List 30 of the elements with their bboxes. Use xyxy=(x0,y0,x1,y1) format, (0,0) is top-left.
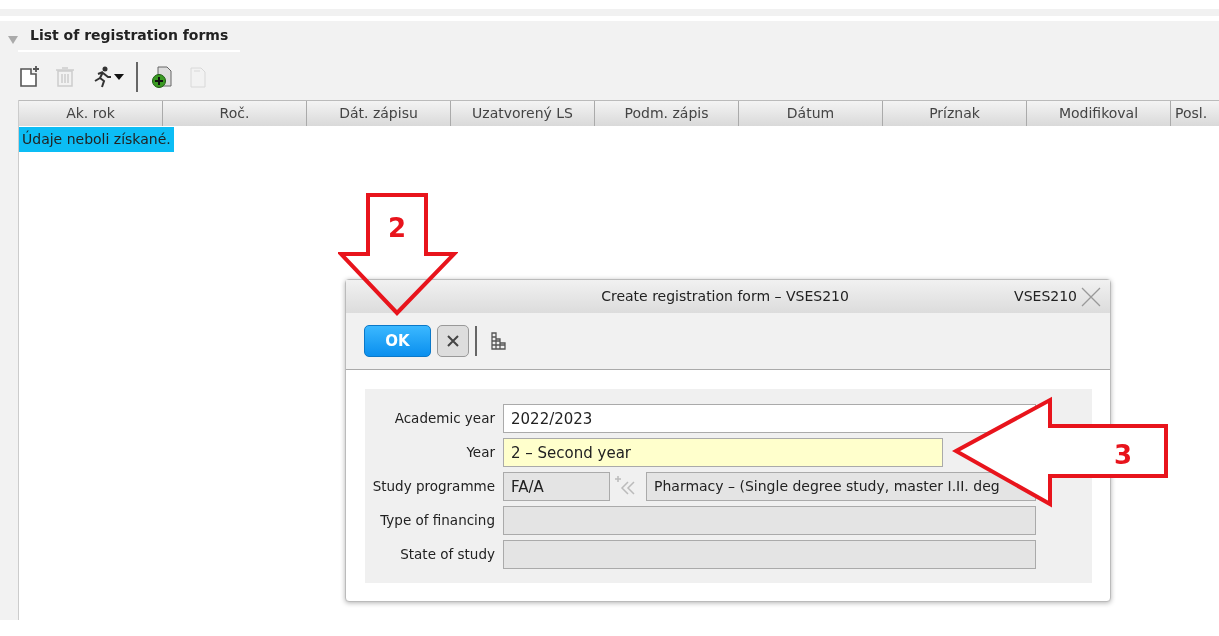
dropdown-field[interactable]: 2022/2023 xyxy=(503,403,1036,433)
cancel-button[interactable] xyxy=(437,325,469,357)
code-field[interactable]: FA/A xyxy=(503,471,610,501)
caret-icon xyxy=(114,74,124,80)
column-header[interactable]: Príznak xyxy=(883,101,1027,126)
field-label: Academic year xyxy=(393,408,496,428)
field-label: Study programme xyxy=(371,476,496,496)
column-header[interactable]: Ak. rok xyxy=(19,101,163,126)
field-label: Type of financing xyxy=(379,510,496,530)
column-header[interactable]: Dát. zápisu xyxy=(307,101,451,126)
callout-number: 2 xyxy=(388,212,407,245)
add-document-icon[interactable] xyxy=(150,65,174,89)
field-label: State of study xyxy=(399,544,496,564)
hierarchy-icon[interactable] xyxy=(489,331,509,351)
column-header[interactable]: Posl. xyxy=(1171,101,1219,126)
status-message: Údaje neboli získané. xyxy=(19,127,174,152)
dialog-title: Create registration form – VSES210 xyxy=(600,287,850,306)
field-label: Year xyxy=(465,442,496,462)
input-field[interactable]: 2 – Second year xyxy=(503,437,943,467)
callout-number: 3 xyxy=(1114,439,1133,472)
close-icon xyxy=(446,334,460,348)
panel-title: List of registration forms xyxy=(18,25,241,52)
column-header[interactable]: Dátum xyxy=(739,101,883,126)
column-header[interactable]: Uzatvorený LS xyxy=(451,101,595,126)
dialog-code: VSES210 xyxy=(1014,287,1077,306)
new-document-icon[interactable] xyxy=(18,65,42,89)
column-header[interactable]: Podm. zápis xyxy=(595,101,739,126)
input-field: Pharmacy – (Single degree study, master I.II. deg xyxy=(646,471,1036,501)
column-header[interactable]: Modifikoval xyxy=(1027,101,1171,126)
column-header[interactable]: Roč. xyxy=(163,101,307,126)
